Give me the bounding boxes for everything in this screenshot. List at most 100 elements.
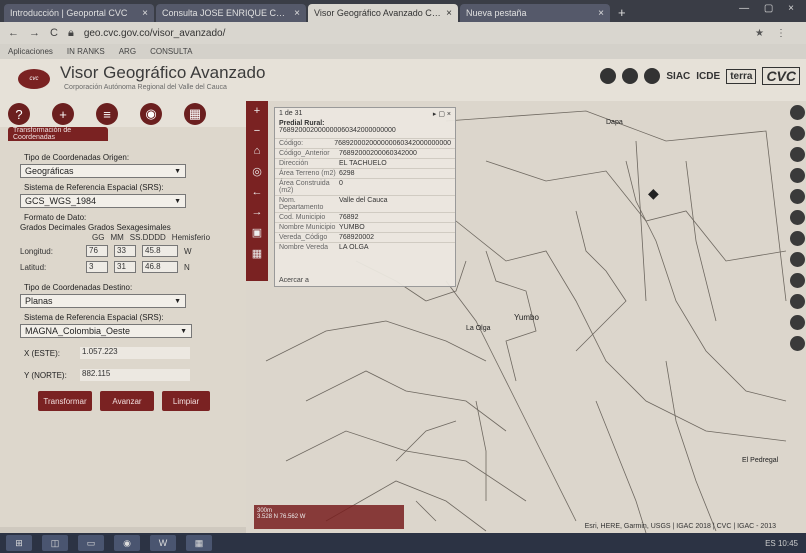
x-value: 1.057.223 bbox=[80, 347, 190, 359]
measure-icon[interactable]: ▣ bbox=[252, 226, 262, 239]
map-tool-icon[interactable] bbox=[789, 105, 805, 120]
chrome-icon[interactable]: ◉ bbox=[114, 535, 140, 551]
arrow-left-icon[interactable]: ← bbox=[252, 186, 263, 198]
new-tab-button[interactable]: + bbox=[618, 5, 626, 20]
map-tool-icon[interactable] bbox=[789, 231, 805, 246]
latitude-sec-input[interactable]: 46.8 bbox=[142, 261, 178, 273]
map-tool-icon[interactable] bbox=[789, 147, 805, 162]
coord-type-select[interactable]: Geográficas ▼ bbox=[20, 164, 186, 178]
zoom-out-icon[interactable]: − bbox=[254, 125, 260, 137]
popup-row: Área Construida (m2) 0 bbox=[275, 178, 455, 195]
location-marker-icon[interactable]: ◆ bbox=[648, 185, 659, 202]
window-controls[interactable]: — ▢ × bbox=[739, 3, 800, 14]
popup-row: Vereda_Código 768920002 bbox=[275, 232, 455, 242]
taskview-icon[interactable]: ◫ bbox=[42, 535, 68, 551]
url-field[interactable]: geo.cvc.gov.co/visor_avanzado/ bbox=[84, 28, 755, 39]
longitude-hemisphere[interactable]: W bbox=[184, 247, 192, 256]
bookmark-item[interactable]: ARG bbox=[119, 47, 136, 56]
lock-icon: 🔒︎ bbox=[67, 26, 74, 39]
dest-type-label: Tipo de Coordenadas Destino: bbox=[24, 283, 133, 292]
dest-type-select[interactable]: Planas ▼ bbox=[20, 294, 186, 308]
grid-icon[interactable]: ▦ bbox=[252, 247, 262, 260]
dms-header: GG MM SS.DDDD Hemisferio bbox=[92, 233, 211, 242]
partner-logos: SIAC ICDE terra CVC bbox=[600, 67, 800, 85]
close-icon[interactable]: × bbox=[142, 8, 148, 19]
arrow-right-icon[interactable]: → bbox=[252, 206, 263, 218]
srs-select[interactable]: GCS_WGS_1984 ▼ bbox=[20, 194, 186, 208]
locate-icon[interactable]: ◎ bbox=[252, 165, 262, 178]
cvc-logo: cvc bbox=[18, 69, 50, 89]
browser-tab-4[interactable]: Nueva pestaña × bbox=[460, 4, 610, 22]
browser-tab-1[interactable]: Introducción | Geoportal CVC × bbox=[4, 4, 154, 22]
longitude-min-input[interactable]: 33 bbox=[114, 245, 136, 257]
map-tool-icon[interactable] bbox=[789, 252, 805, 267]
latitude-deg-input[interactable]: 3 bbox=[86, 261, 108, 273]
system-tray[interactable]: ES 10:45 bbox=[765, 539, 798, 548]
help-icon[interactable]: ? bbox=[8, 103, 30, 125]
popup-title: Predial Rural: bbox=[279, 120, 325, 127]
forward-icon[interactable]: → bbox=[29, 27, 40, 39]
map-tool-icon[interactable] bbox=[789, 210, 805, 225]
bookmark-item[interactable]: Aplicaciones bbox=[8, 47, 53, 56]
map-toolbar: + − ⌂ ◎ ← → ▣ ▦ bbox=[246, 101, 268, 281]
map-tool-icon[interactable] bbox=[789, 168, 805, 183]
partner-logo-siac: SIAC bbox=[666, 70, 691, 82]
popup-row: Nom. Departamento Valle del Cauca bbox=[275, 195, 455, 212]
map-view[interactable]: + − ⌂ ◎ ← → ▣ ▦ 1 de 31 ▸ ▢ × Predial Ru… bbox=[246, 101, 806, 533]
browser-tab-3[interactable]: Visor Geográfico Avanzado CVC × bbox=[308, 4, 458, 22]
clear-button[interactable]: Limpiar bbox=[162, 391, 210, 411]
chevron-down-icon: ▼ bbox=[174, 297, 181, 305]
partner-logo-terra: terra bbox=[726, 68, 757, 84]
close-icon[interactable]: × bbox=[598, 8, 604, 19]
coordinate-transform-panel: Transformación de Coordenadas Tipo de Co… bbox=[0, 127, 246, 527]
close-icon[interactable]: × bbox=[447, 111, 451, 118]
map-label-la-olga: La Olga bbox=[466, 325, 491, 332]
browser-tab-2[interactable]: Consulta JOSE ENRIQUE CARVAJAL× bbox=[156, 4, 306, 22]
longitude-row: Longitud: 76 33 45.8 W bbox=[20, 245, 192, 257]
word-icon[interactable]: W bbox=[150, 535, 176, 551]
home-icon[interactable]: ⌂ bbox=[254, 145, 261, 157]
map-tool-icon[interactable] bbox=[789, 189, 805, 204]
transform-button[interactable]: Transformar bbox=[38, 391, 92, 411]
bookmark-star-icon[interactable]: ★ bbox=[755, 28, 764, 39]
add-icon[interactable]: + bbox=[52, 103, 74, 125]
close-icon[interactable]: × bbox=[446, 8, 452, 19]
scale-bar: 300m 3.528 N 76.562 W bbox=[254, 505, 404, 529]
partner-logo-icde: ICDE bbox=[696, 70, 721, 82]
start-icon[interactable]: ⊞ bbox=[6, 535, 32, 551]
close-icon[interactable]: × bbox=[294, 8, 300, 19]
panel-tab[interactable]: Transformación de Coordenadas bbox=[8, 127, 108, 141]
latitude-hemisphere[interactable]: N bbox=[184, 263, 190, 272]
bookmark-item[interactable]: CONSULTA bbox=[150, 47, 192, 56]
menu-icon[interactable]: ⋮ bbox=[776, 28, 786, 39]
bookmark-item[interactable]: IN RANKS bbox=[67, 47, 105, 56]
address-bar: ← → C 🔒︎ geo.cvc.gov.co/visor_avanzado/ … bbox=[0, 22, 806, 44]
zoom-in-icon[interactable]: + bbox=[254, 105, 260, 117]
srs-label: Sistema de Referencia Espacial (SRS): bbox=[24, 183, 164, 192]
layers-icon[interactable]: ≡ bbox=[96, 103, 118, 125]
maximize-icon[interactable]: ▢ bbox=[438, 111, 447, 118]
y-value: 882.115 bbox=[80, 369, 190, 381]
longitude-deg-input[interactable]: 76 bbox=[86, 245, 108, 257]
map-tool-icon[interactable] bbox=[789, 336, 805, 351]
map-tool-icon[interactable] bbox=[789, 126, 805, 141]
latitude-min-input[interactable]: 31 bbox=[114, 261, 136, 273]
back-icon[interactable]: ← bbox=[8, 27, 19, 39]
partner-logo-cvc: CVC bbox=[762, 67, 800, 85]
explorer-icon[interactable]: ▭ bbox=[78, 535, 104, 551]
zoom-to-link[interactable]: Acercar a bbox=[279, 277, 309, 284]
reload-icon[interactable]: C bbox=[50, 27, 58, 39]
location-icon[interactable]: ◉ bbox=[140, 103, 162, 125]
popup-row: Código_Anterior 76892000200060342000 bbox=[275, 148, 455, 158]
map-tool-icon[interactable] bbox=[789, 294, 805, 309]
longitude-sec-input[interactable]: 45.8 bbox=[142, 245, 178, 257]
advance-button[interactable]: Avanzar bbox=[100, 391, 154, 411]
feature-popup: 1 de 31 ▸ ▢ × Predial Rural: 76892000200… bbox=[274, 107, 456, 287]
format-radio-group[interactable]: Grados Decimales Grados Sexagesimales bbox=[20, 223, 171, 232]
app-icon[interactable]: ▦ bbox=[186, 535, 212, 551]
map-tool-icon[interactable] bbox=[789, 273, 805, 288]
dest-srs-select[interactable]: MAGNA_Colombia_Oeste ▼ bbox=[20, 324, 192, 338]
print-icon[interactable]: ▦ bbox=[184, 103, 206, 125]
popup-controls: ▸ ▢ × bbox=[433, 110, 451, 118]
map-tool-icon[interactable] bbox=[789, 315, 805, 330]
